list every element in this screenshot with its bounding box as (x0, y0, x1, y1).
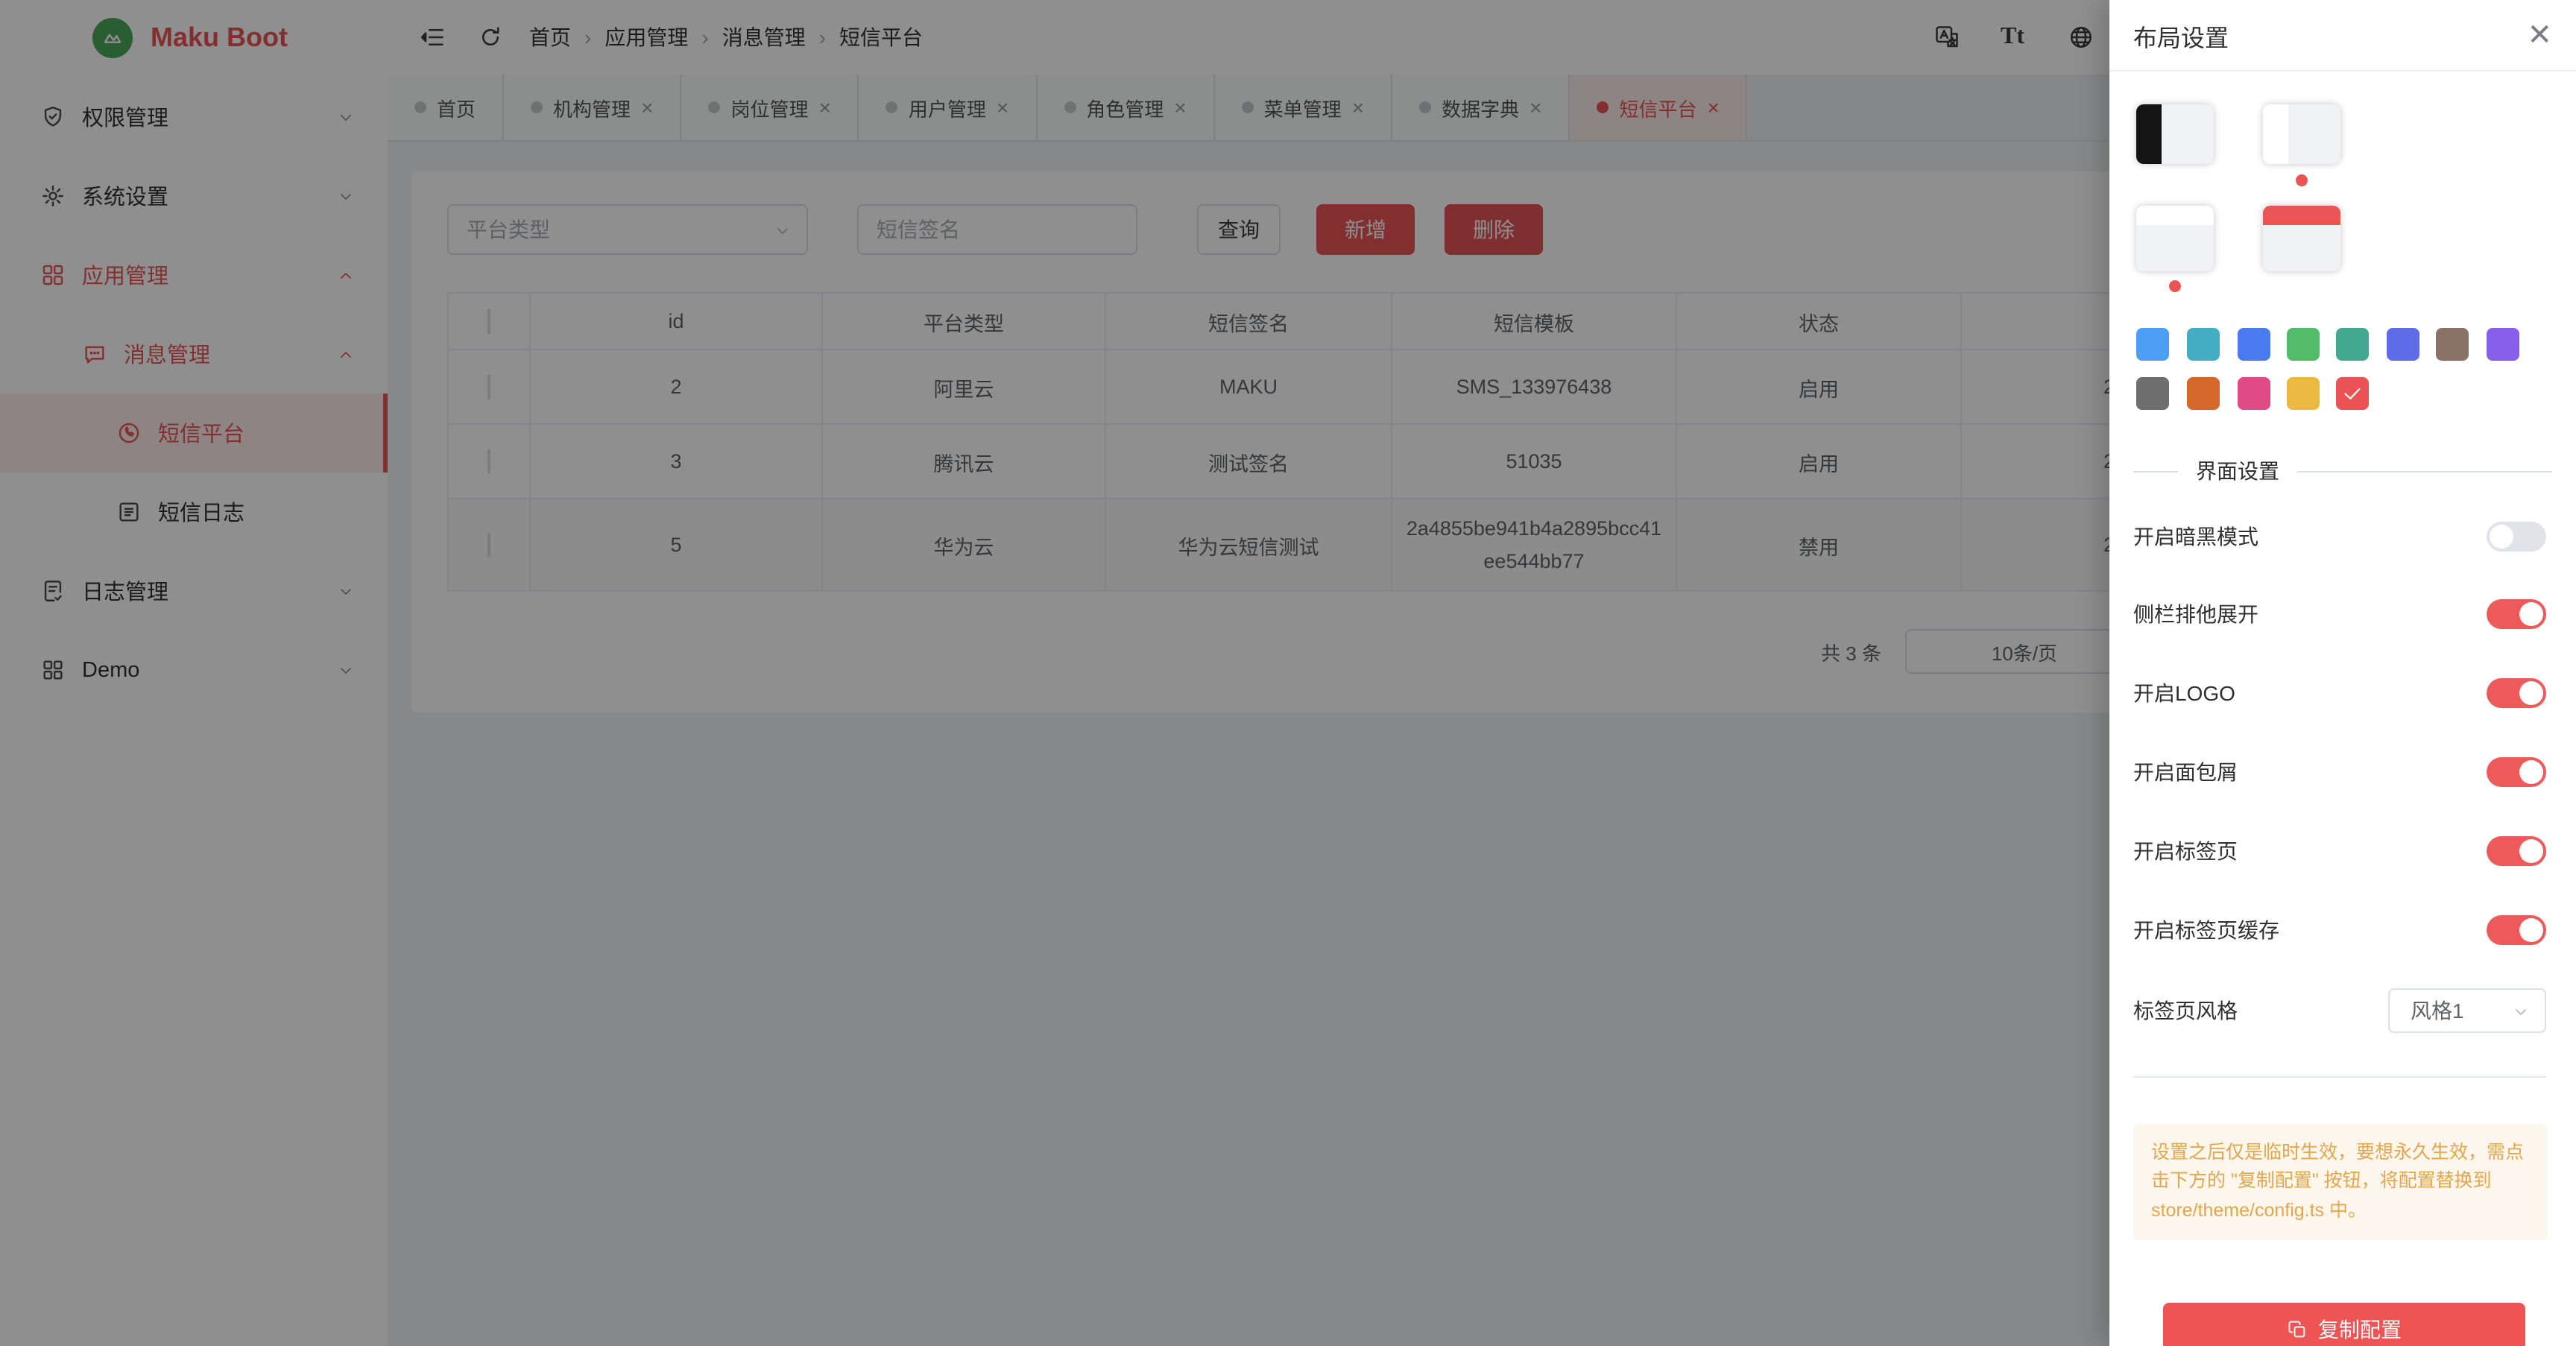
selected-dot (2296, 174, 2308, 186)
color-swatch[interactable] (2136, 377, 2169, 410)
tabs-toggle[interactable] (2487, 836, 2546, 866)
logo-toggle[interactable] (2487, 678, 2546, 708)
color-swatch[interactable] (2238, 377, 2270, 410)
color-swatch[interactable] (2336, 328, 2369, 361)
color-swatch[interactable] (2287, 377, 2320, 410)
color-swatch[interactable] (2187, 328, 2220, 361)
copy-icon (2287, 1319, 2308, 1340)
color-swatch[interactable] (2187, 377, 2220, 410)
setting-row-tab-cache: 开启标签页缓存 (2133, 906, 2546, 954)
tab-style-value: 风格1 (2411, 996, 2464, 1026)
tab-style-select[interactable]: 风格1 (2388, 988, 2546, 1033)
layout-settings-drawer: 布局设置 ✕ (2109, 0, 2576, 1346)
layout-option-light-sidebar[interactable] (2263, 104, 2340, 164)
close-icon[interactable]: ✕ (2527, 20, 2552, 50)
color-swatch[interactable] (2287, 328, 2320, 361)
sidebar-accordion-toggle[interactable] (2487, 599, 2546, 629)
light-sidebar-preview (2263, 104, 2288, 164)
settings-notice: 设置之后仅是临时生效，要想永久生效，需点击下方的 "复制配置" 按钮，将配置替换… (2133, 1124, 2548, 1240)
drawer-title: 布局设置 (2133, 17, 2229, 53)
setting-row-breadcrumb: 开启面包屑 (2133, 748, 2546, 796)
color-swatch[interactable] (2487, 328, 2519, 361)
copy-config-button[interactable]: 复制配置 (2163, 1303, 2525, 1346)
setting-row-tab-style: 标签页风格 风格1 (2133, 987, 2546, 1034)
selected-dot (2169, 280, 2181, 292)
divider (2133, 1076, 2546, 1078)
interface-section-divider: 界面设置 (2133, 456, 2552, 486)
color-swatch[interactable] (2387, 328, 2419, 361)
dark-mode-toggle[interactable] (2487, 522, 2546, 552)
primary-header-preview (2263, 206, 2340, 225)
layout-option-primary-header[interactable] (2263, 206, 2340, 271)
chevron-down-icon (2512, 1002, 2530, 1020)
dark-sidebar-preview (2136, 104, 2162, 164)
color-swatch-selected[interactable] (2336, 377, 2369, 410)
breadcrumb-toggle[interactable] (2487, 757, 2546, 787)
check-icon (2340, 382, 2364, 405)
color-swatch[interactable] (2136, 328, 2169, 361)
layout-option-light-header[interactable] (2136, 206, 2214, 271)
color-swatch[interactable] (2436, 328, 2469, 361)
tab-cache-toggle[interactable] (2487, 915, 2546, 945)
setting-row-sidebar-accordion: 侧栏排他展开 (2133, 590, 2546, 638)
color-swatch[interactable] (2238, 328, 2270, 361)
layout-option-dark-sidebar[interactable] (2136, 104, 2214, 164)
drawer-header: 布局设置 ✕ (2109, 0, 2576, 72)
setting-row-dark-mode: 开启暗黑模式 (2133, 513, 2546, 560)
light-header-preview (2136, 206, 2214, 225)
setting-row-logo: 开启LOGO (2133, 669, 2546, 717)
setting-row-tabs: 开启标签页 (2133, 827, 2546, 875)
section-title: 界面设置 (2196, 456, 2279, 486)
